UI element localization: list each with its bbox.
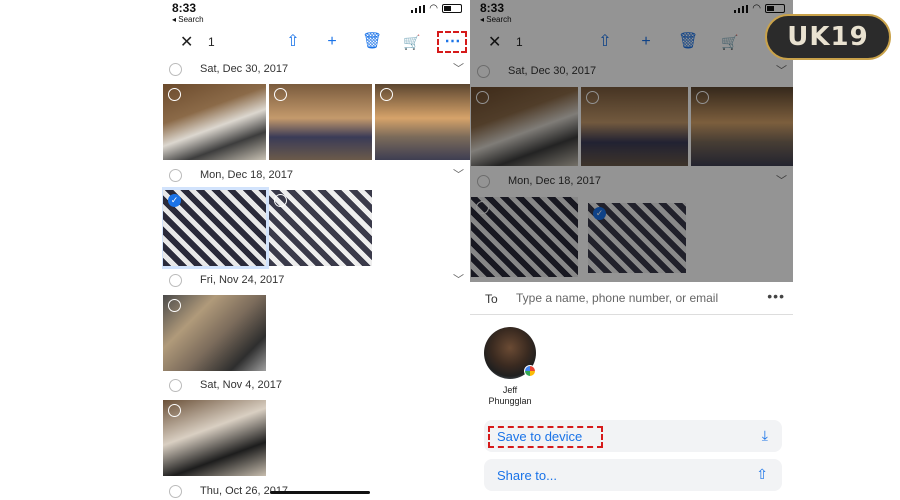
select-day-checkbox[interactable] [169, 169, 182, 182]
signal-icon [411, 4, 426, 13]
select-photo-checkbox[interactable] [168, 299, 181, 312]
back-to-search-link[interactable]: ◂ Search [172, 15, 204, 24]
select-day-checkbox[interactable] [169, 63, 182, 76]
photo-thumbnail[interactable] [163, 400, 266, 476]
cart-icon[interactable]: 🛒 [402, 32, 422, 52]
avatar [484, 327, 536, 379]
photo-thumbnail[interactable] [163, 295, 266, 371]
contact-suggestion[interactable]: Jeff Phungglan [480, 327, 540, 407]
select-photo-checkbox[interactable] [168, 404, 181, 417]
chevron-down-icon[interactable]: ﹀ [453, 271, 464, 287]
date-header: Sat, Nov 4, 2017 [162, 375, 470, 397]
wifi-icon: ◠ [429, 3, 438, 14]
select-day-checkbox[interactable] [169, 485, 182, 498]
more-highlight-box [437, 31, 467, 53]
select-photo-checkbox[interactable] [274, 194, 287, 207]
status-time: 8:33 [172, 1, 197, 15]
date-header: Sat, Dec 30, 2017 ﹀ [162, 59, 470, 81]
date-label: Mon, Dec 18, 2017 [200, 169, 293, 181]
selection-toolbar: ✕ 1 ⇧ + 🗑 🛒 ⋯ [162, 28, 470, 58]
download-icon: ⤓ [761, 427, 768, 443]
photo-thumbnail[interactable] [163, 84, 266, 160]
select-photo-checkbox[interactable] [274, 88, 287, 101]
select-photo-checkbox[interactable] [168, 88, 181, 101]
check-icon[interactable]: ✓ [168, 194, 181, 207]
home-indicator [270, 491, 370, 494]
select-day-checkbox[interactable] [169, 379, 182, 392]
status-icons: ◠ [411, 3, 462, 14]
watermark-logo: UK19 [765, 14, 891, 60]
photo-thumbnail-selected[interactable]: ✓ [162, 187, 269, 269]
screenshot-stage: 8:33 ◂ Search ◠ ✕ 1 ⇧ + 🗑 🛒 ⋯ Sat, Dec 3… [0, 0, 900, 500]
photo-thumbnail[interactable] [269, 84, 372, 160]
contact-name: Jeff Phungglan [488, 385, 532, 406]
select-photo-checkbox[interactable] [380, 88, 393, 101]
more-icon[interactable]: ••• [767, 288, 785, 304]
date-header: Mon, Dec 18, 2017 ﹀ [162, 165, 470, 187]
date-label: Fri, Nov 24, 2017 [200, 274, 285, 286]
share-icon[interactable]: ⇧ [283, 32, 303, 52]
close-selection-button[interactable]: ✕ [180, 32, 193, 52]
logo-text: UK19 [787, 22, 869, 52]
date-label: Sat, Nov 4, 2017 [200, 379, 282, 391]
selected-count: 1 [208, 35, 215, 49]
save-highlight-box [488, 426, 603, 448]
share-to-button[interactable]: Share to... ⇧ [484, 459, 782, 491]
select-day-checkbox[interactable] [169, 274, 182, 287]
status-bar: 8:33 ◂ Search ◠ [162, 0, 470, 28]
date-label: Sat, Dec 30, 2017 [200, 63, 289, 75]
right-phone-screen: 8:33 ◂ Search ◠ ✕ 1 ⇧ + 🗑 🛒 Sat, Dec 30,… [470, 0, 793, 500]
left-phone-screen: 8:33 ◂ Search ◠ ✕ 1 ⇧ + 🗑 🛒 ⋯ Sat, Dec 3… [162, 0, 470, 500]
date-header: Fri, Nov 24, 2017 ﹀ [162, 270, 470, 292]
google-photos-icon [524, 365, 536, 377]
share-to-label: Share to... [497, 468, 557, 483]
battery-icon [442, 4, 462, 13]
to-label: To [485, 292, 498, 306]
recipient-row: To ••• [470, 282, 793, 315]
share-sheet: To ••• Jeff Phungglan Save to device ⤓ S… [470, 282, 793, 500]
photo-thumbnail[interactable] [269, 190, 372, 266]
share-icon: ⇧ [756, 466, 768, 482]
dim-overlay [470, 0, 793, 282]
trash-icon[interactable]: 🗑 [362, 32, 382, 52]
photo-thumbnail[interactable] [375, 84, 470, 160]
add-icon[interactable]: + [322, 32, 342, 52]
recipient-input[interactable] [516, 288, 756, 308]
chevron-down-icon[interactable]: ﹀ [453, 166, 464, 182]
chevron-down-icon[interactable]: ﹀ [453, 60, 464, 76]
